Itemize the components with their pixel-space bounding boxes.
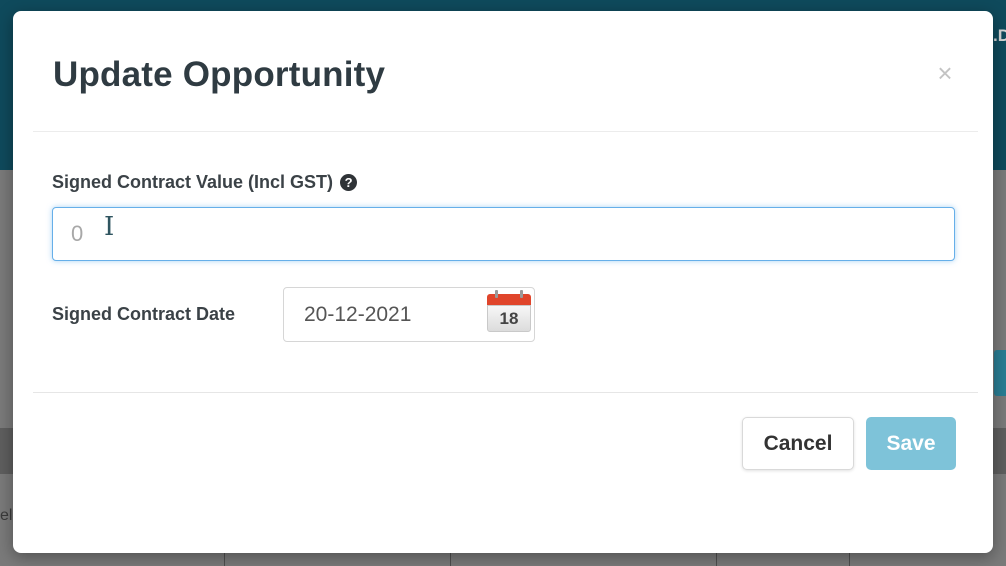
contract-date-label: Signed Contract Date [52, 304, 236, 324]
background-column-divider [224, 553, 225, 566]
calendar-icon-header [487, 294, 531, 305]
question-circle-icon[interactable]: ? [340, 174, 358, 191]
contract-value-input[interactable] [52, 207, 955, 261]
background-column-divider [716, 553, 717, 566]
contract-date-field: 18 [283, 287, 535, 342]
calendar-icon-day: 18 [487, 305, 531, 332]
footer-divider [33, 392, 978, 393]
calendar-icon-ring [495, 290, 498, 298]
background-header-text: .D [993, 26, 1006, 45]
modal-title: Update Opportunity [53, 55, 386, 94]
background-cell-text: el [0, 507, 13, 524]
background-column-divider [450, 553, 451, 566]
close-icon[interactable]: × [933, 60, 957, 86]
header-divider [33, 131, 978, 132]
calendar-icon-ring [520, 290, 523, 298]
background-column-divider [849, 553, 850, 566]
background-button [994, 350, 1006, 396]
cancel-button[interactable]: Cancel [742, 417, 854, 470]
save-button[interactable]: Save [866, 417, 956, 470]
calendar-icon[interactable]: 18 [487, 290, 531, 334]
contract-date-input[interactable] [284, 288, 474, 341]
update-opportunity-modal: Update Opportunity × Signed Contract Val… [13, 11, 993, 553]
contract-value-label-text: Signed Contract Value (Incl GST) [52, 172, 334, 192]
contract-value-label: Signed Contract Value (Incl GST) ? [52, 172, 358, 193]
